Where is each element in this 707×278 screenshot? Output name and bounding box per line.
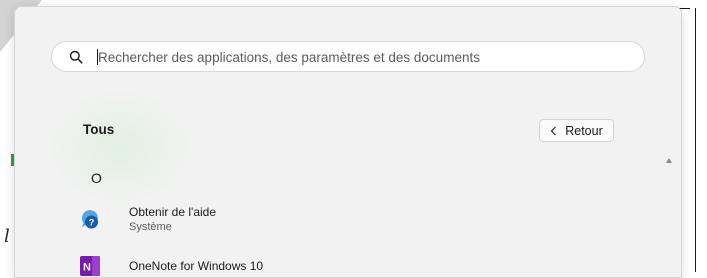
app-subtitle: Système xyxy=(129,221,172,233)
all-apps-title: Tous xyxy=(83,122,115,137)
chevron-left-icon xyxy=(550,126,557,135)
app-name: OneNote for Windows 10 xyxy=(129,259,264,273)
app-item-onenote[interactable]: N OneNote for Windows 10 xyxy=(75,251,635,277)
onenote-icon: N xyxy=(80,256,100,276)
get-help-icon: ? xyxy=(81,210,98,229)
panel-glow xyxy=(45,87,195,207)
search-input[interactable] xyxy=(98,46,628,68)
back-button[interactable]: Retour xyxy=(539,119,614,142)
background-text-fragment: l xyxy=(4,226,10,247)
back-button-label: Retour xyxy=(565,123,603,138)
search-icon xyxy=(69,50,83,64)
search-box[interactable] xyxy=(51,41,645,72)
svg-text:?: ? xyxy=(89,218,95,228)
app-name: Obtenir de l'aide xyxy=(129,205,217,219)
scroll-up-arrow-icon[interactable] xyxy=(666,158,672,163)
app-item-get-help[interactable]: ? Obtenir de l'aide Système xyxy=(75,201,635,235)
start-menu-panel: Tous Retour O ? Obtenir de l'aide Systèm… xyxy=(14,6,682,278)
letter-group-header[interactable]: O xyxy=(91,170,102,186)
background-window-edge-right xyxy=(695,8,696,272)
